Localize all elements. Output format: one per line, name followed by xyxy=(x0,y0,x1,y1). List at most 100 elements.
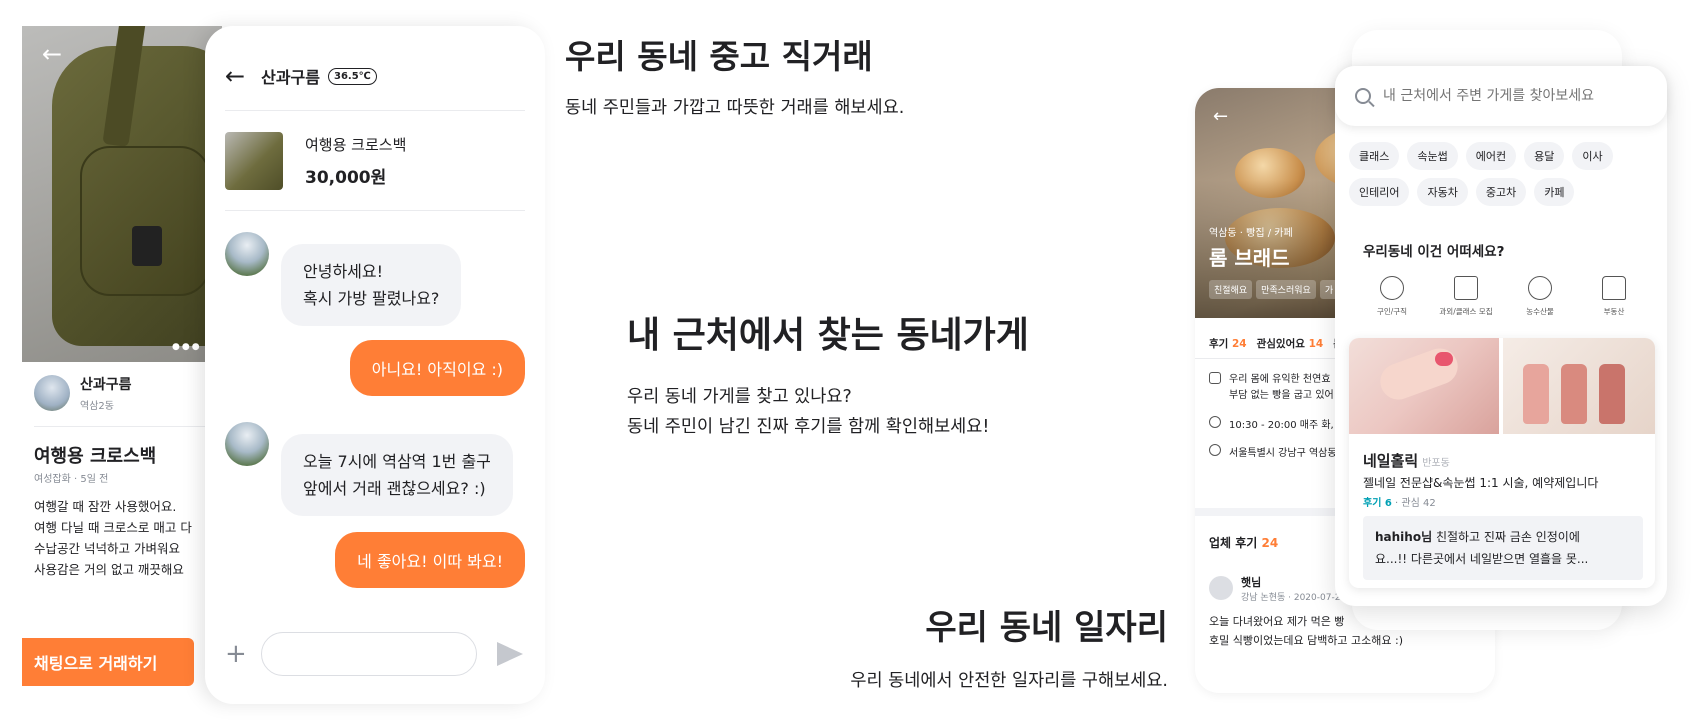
store-info-row: 10:30 - 20:00 매주 화, 수 xyxy=(1209,416,1346,431)
stat-count: 24 xyxy=(1231,338,1247,350)
chip[interactable]: 인테리어 xyxy=(1349,178,1410,206)
stat-interest[interactable]: 관심있어요 14 xyxy=(1257,336,1324,351)
product-photo[interactable]: ← ●●● xyxy=(22,26,222,362)
back-arrow-icon[interactable]: ← xyxy=(225,62,245,90)
store-info-row: 우리 몸에 유익한 천연효 부담 없는 빵을 굽고 있어 xyxy=(1209,372,1334,404)
category-lesson[interactable]: 과외/클래스 모집 xyxy=(1429,276,1503,317)
divider xyxy=(34,426,222,427)
photo-pagination-dots: ●●● xyxy=(172,342,202,352)
polish-bottle-image xyxy=(1523,364,1549,424)
reviews-count: 24 xyxy=(1261,536,1279,550)
product-description: 여행갈 때 잠깐 사용했어요. 여행 다닐 때 크로스로 매고 다 수납공간 넉… xyxy=(34,496,222,580)
produce-icon xyxy=(1528,276,1552,300)
chat-header: ← 산과구름 36.5℃ xyxy=(225,62,377,90)
message-line: 오늘 7시에 역삼역 1번 출구 xyxy=(303,452,491,471)
store-info-row: 서울특별시 강남구 역삼동 xyxy=(1209,444,1337,459)
chip[interactable]: 용달 xyxy=(1524,142,1565,170)
message-outgoing: 네 좋아요! 이따 봐요! xyxy=(335,532,525,588)
category-label: 농수산물 xyxy=(1526,307,1554,316)
description-line: 사용감은 거의 없고 깨끗해요 xyxy=(34,562,184,577)
section-subtitle-trade: 동네 주민들과 가깝고 따뜻한 거래를 해보세요. xyxy=(565,98,905,118)
store-card-location: 반포동 xyxy=(1422,458,1450,469)
chip[interactable]: 이사 xyxy=(1572,142,1613,170)
message-line: 안녕하세요! xyxy=(303,262,384,281)
category-job[interactable]: 구인/구직 xyxy=(1355,276,1429,317)
chip[interactable]: 에어컨 xyxy=(1465,142,1517,170)
chat-product-name: 여행용 크로스백 xyxy=(305,136,407,154)
category-produce[interactable]: 농수산물 xyxy=(1503,276,1577,317)
bag-pocket xyxy=(80,146,210,296)
info-line: 10:30 - 20:00 매주 화, 수 xyxy=(1229,420,1347,431)
search-bar[interactable] xyxy=(1335,66,1667,126)
stat-label: 후기 xyxy=(1209,338,1229,350)
avatar xyxy=(1209,576,1233,600)
category-realestate[interactable]: 부동산 xyxy=(1577,276,1651,317)
plus-icon[interactable]: + xyxy=(225,639,247,669)
section-title-store: 내 근처에서 찾는 동네가게 xyxy=(627,315,1029,356)
store-icon xyxy=(1209,372,1221,384)
category-label: 부동산 xyxy=(1603,307,1625,316)
chat-screen: ← 산과구름 36.5℃ 여행용 크로스백 30,000원 안녕하세요! 혹시 … xyxy=(205,26,545,704)
avatar xyxy=(225,422,269,466)
chat-product-card[interactable]: 여행용 크로스백 30,000원 xyxy=(225,132,406,190)
store-card-reviews: 후기 6 xyxy=(1363,498,1392,509)
store-photo xyxy=(1349,338,1499,434)
recommendation-categories: 구인/구직 과외/클래스 모집 농수산물 부동산 xyxy=(1355,276,1651,317)
product-title: 여행용 크로스백 xyxy=(34,446,157,467)
store-tags: 친절해요 만족스러워요 가 xyxy=(1209,280,1339,299)
message-line: 혹시 가방 팔렸나요? xyxy=(303,289,440,308)
divider xyxy=(225,210,525,211)
avatar xyxy=(225,232,269,276)
send-icon[interactable] xyxy=(496,642,523,666)
back-arrow-icon[interactable]: ← xyxy=(1213,106,1228,127)
category-label: 과외/클래스 모집 xyxy=(1439,307,1493,316)
store-card-description: 젤네일 전문샵&속눈썹 1:1 시술, 예약제입니다 xyxy=(1363,476,1599,490)
review-line: 친절하고 진짜 금손 인정이에 xyxy=(1432,530,1580,544)
store-tag: 만족스러워요 xyxy=(1256,280,1316,299)
review-author: hahiho님 xyxy=(1375,530,1433,544)
pin-icon xyxy=(1209,444,1221,456)
nail-image xyxy=(1435,352,1453,366)
section-title-trade: 우리 동네 중고 직거래 xyxy=(565,37,873,76)
search-input[interactable] xyxy=(1383,88,1653,104)
description-line: 여행갈 때 잠깐 사용했어요. xyxy=(34,499,177,514)
polish-bottle-image xyxy=(1599,364,1625,424)
section-subtitle-store: 우리 동네 가게를 찾고 있나요? 동네 주민이 남긴 진짜 후기를 함께 확인… xyxy=(627,382,989,442)
review-line: 호밀 식빵이었는데요 담백하고 고소해요 :) xyxy=(1209,634,1404,647)
polish-bottle-image xyxy=(1561,364,1587,424)
review-meta: 강남 논현동 · 2020-07-29 xyxy=(1241,593,1347,603)
subtitle-line: 우리 동네 가게를 찾고 있나요? xyxy=(627,387,852,407)
bread-image xyxy=(1235,148,1305,198)
chip[interactable]: 자동차 xyxy=(1417,178,1468,206)
back-arrow-icon[interactable]: ← xyxy=(42,40,62,68)
description-line: 수납공간 넉넉하고 가벼워요 xyxy=(34,541,180,556)
info-line: 우리 몸에 유익한 천연효 xyxy=(1229,374,1331,385)
review-author: 햇님 xyxy=(1241,576,1262,589)
info-line: 서울특별시 강남구 역삼동 xyxy=(1229,448,1337,459)
store-card-interest: · 관심 42 xyxy=(1395,498,1436,509)
chip[interactable]: 중고차 xyxy=(1475,178,1527,206)
review-line: 요...!! 다른곳에서 네일받으면 열흘을 못... xyxy=(1375,552,1589,566)
store-photo xyxy=(1503,338,1655,434)
store-tag: 친절해요 xyxy=(1209,280,1253,299)
chat-trade-button[interactable]: 채팅으로 거래하기 xyxy=(22,638,194,686)
reviews-label: 업체 후기 xyxy=(1209,536,1258,550)
clock-icon xyxy=(1209,416,1221,428)
divider xyxy=(225,110,525,111)
product-detail-screen: ← ●●● 산과구름 역삼2동 여행용 크로스백 여성잡화 · 5일 전 여행갈… xyxy=(22,26,222,698)
manner-temperature-badge: 36.5℃ xyxy=(328,67,377,85)
job-icon xyxy=(1380,276,1404,300)
bag-buckle xyxy=(132,226,162,266)
store-card[interactable]: 네일홀릭 반포동 젤네일 전문샵&속눈썹 1:1 시술, 예약제입니다 후기 6 … xyxy=(1349,338,1655,588)
chip[interactable]: 카페 xyxy=(1534,178,1575,206)
lesson-icon xyxy=(1454,276,1478,300)
description-line: 여행 다닐 때 크로스로 매고 다 xyxy=(34,520,192,535)
store-tag: 가 xyxy=(1319,280,1339,299)
chip[interactable]: 클래스 xyxy=(1349,142,1400,170)
search-icon xyxy=(1355,88,1371,104)
chip[interactable]: 속눈썹 xyxy=(1407,142,1458,170)
seller-profile[interactable]: 산과구름 역삼2동 xyxy=(34,374,132,412)
chat-message-input[interactable] xyxy=(260,632,477,676)
stat-reviews[interactable]: 후기 24 xyxy=(1209,336,1247,351)
message-incoming: 안녕하세요! 혹시 가방 팔렸나요? xyxy=(281,244,462,326)
